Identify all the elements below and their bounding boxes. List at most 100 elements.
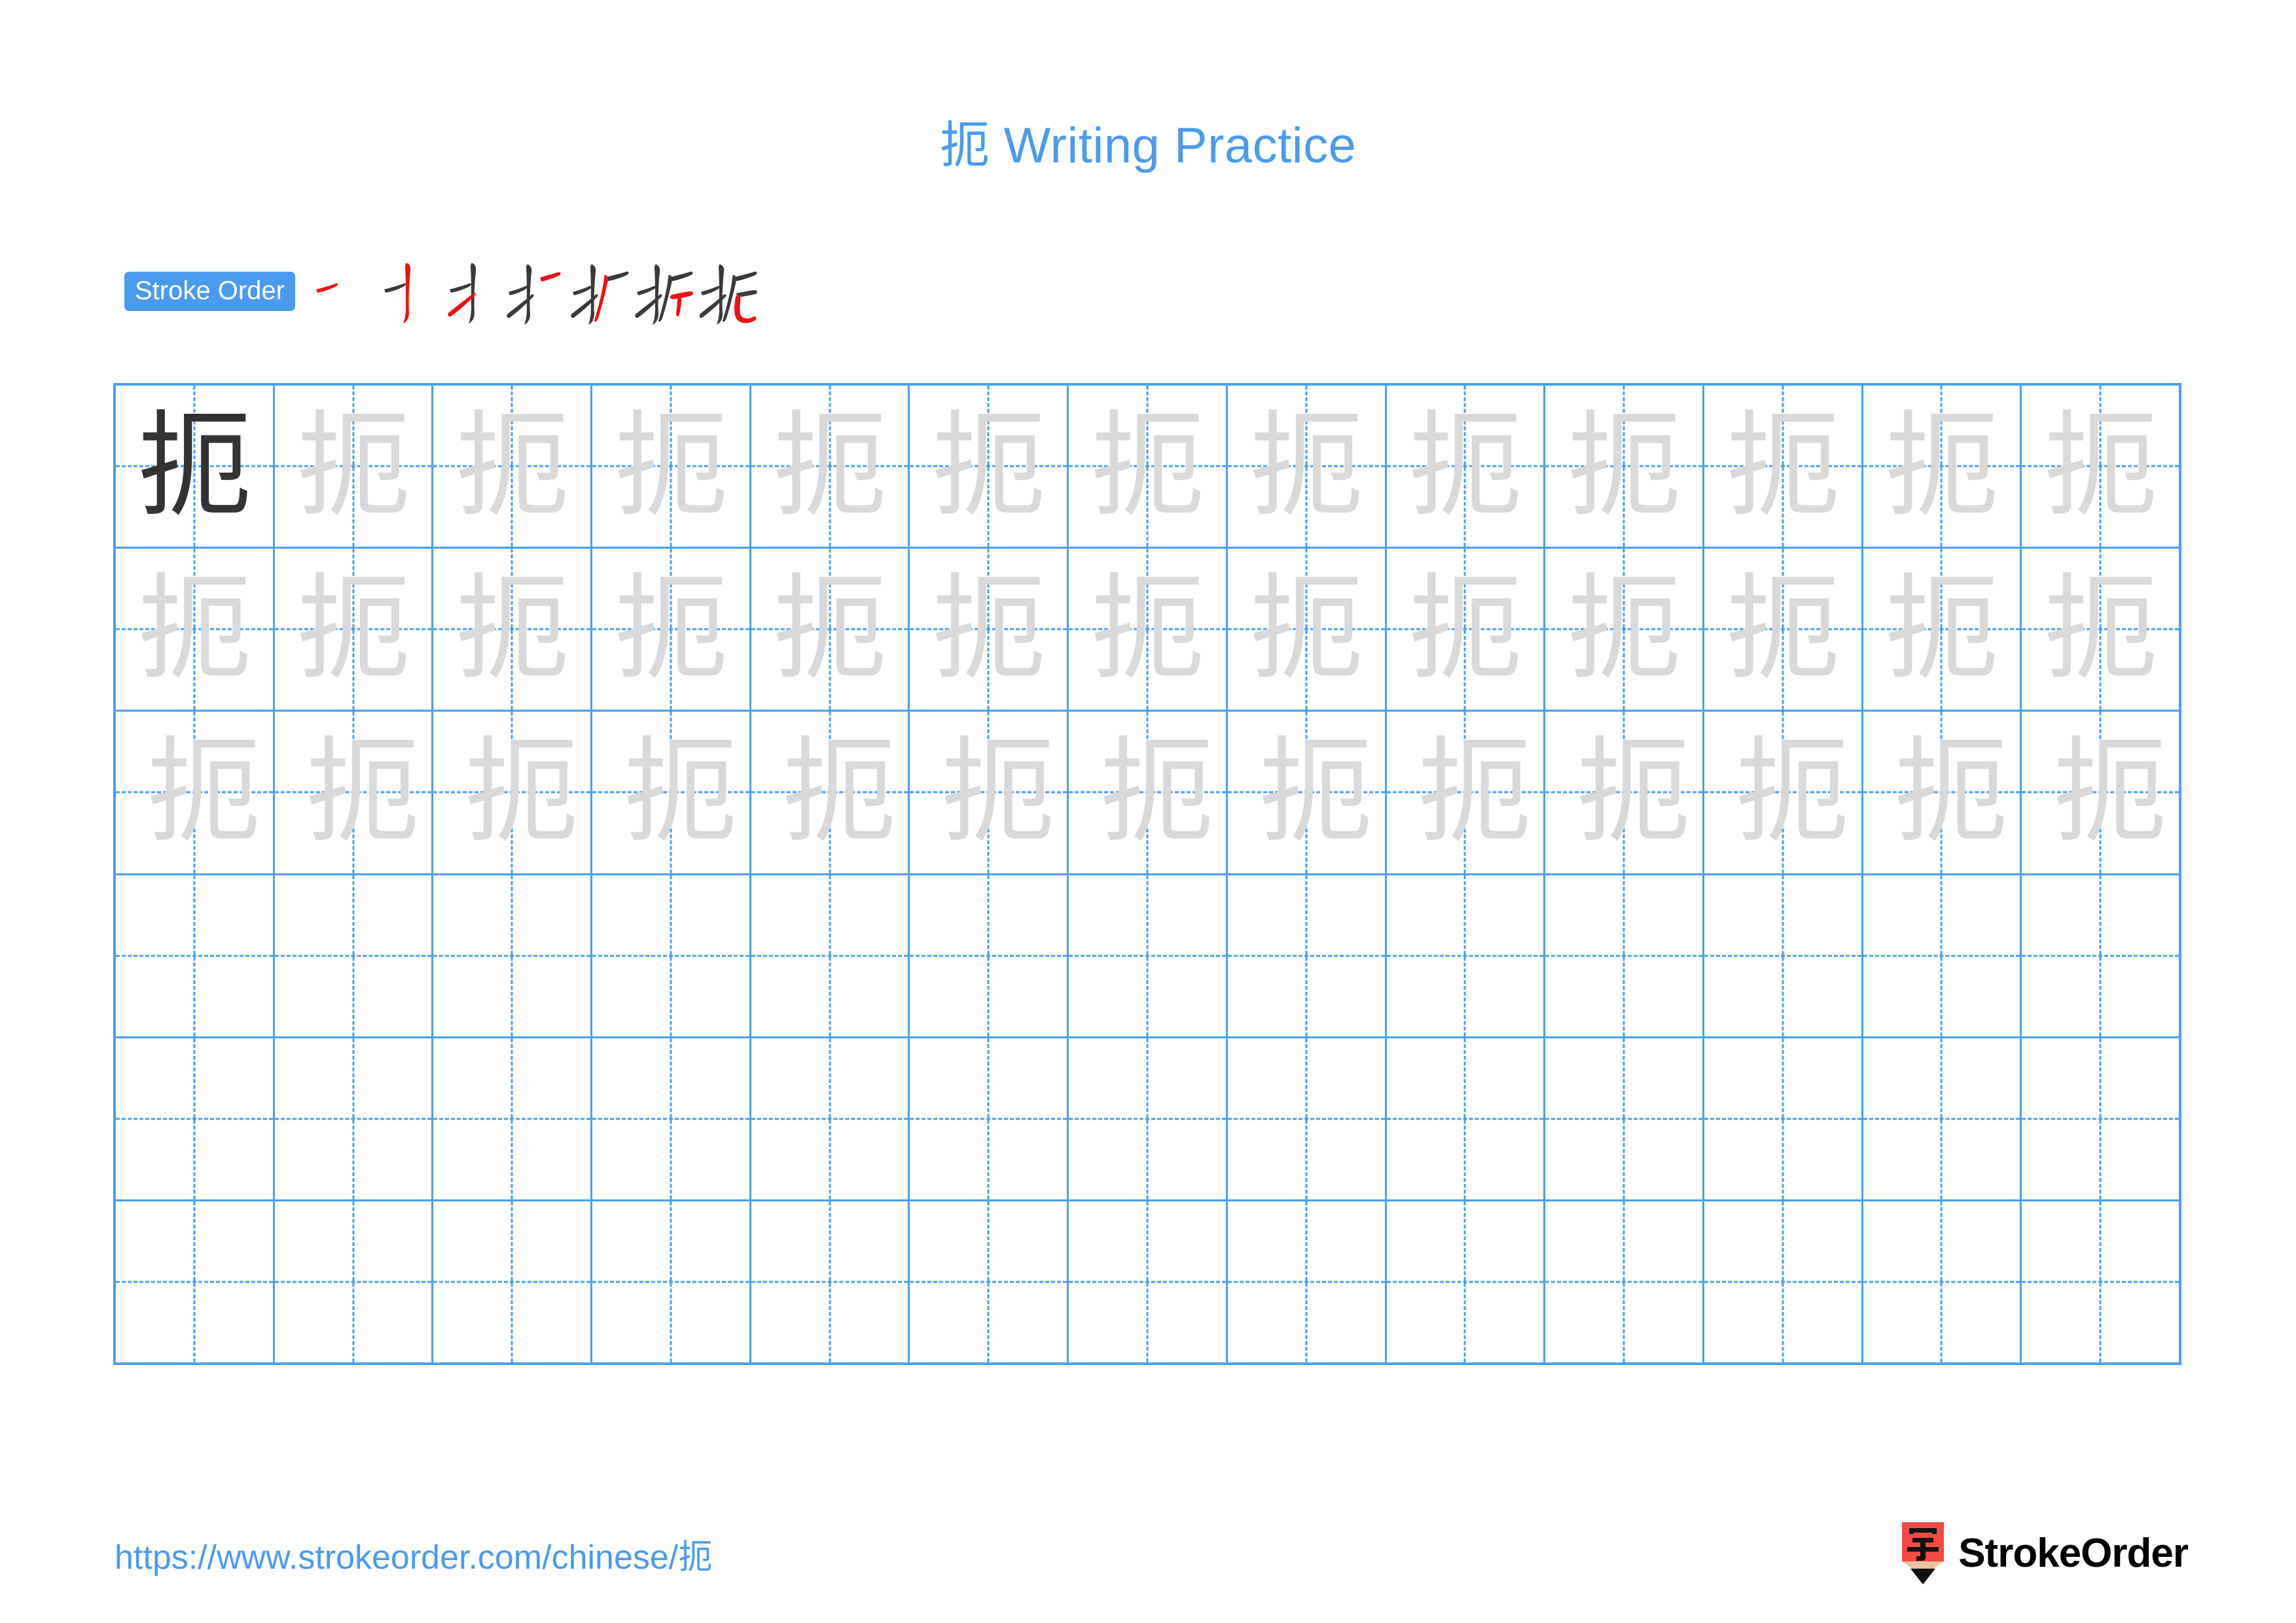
grid-cell-blank[interactable] bbox=[275, 1038, 434, 1199]
grid-cell-trace[interactable]: 扼 bbox=[275, 712, 434, 873]
grid-cell-trace[interactable]: 扼 bbox=[2022, 712, 2179, 873]
grid-cell-blank[interactable] bbox=[1387, 1201, 1546, 1363]
source-url[interactable]: https://www.strokeorder.com/chinese/扼 bbox=[115, 1529, 712, 1578]
trace-character: 扼 bbox=[454, 399, 569, 533]
grid-cell-blank[interactable] bbox=[116, 1038, 275, 1199]
grid-cell-blank[interactable] bbox=[2022, 875, 2179, 1036]
grid-cell-blank[interactable] bbox=[116, 875, 275, 1036]
grid-cell-trace[interactable]: 扼 bbox=[1704, 712, 1863, 873]
grid-cell-blank[interactable] bbox=[1704, 875, 1863, 1036]
grid-cell-trace[interactable]: 扼 bbox=[116, 549, 275, 710]
grid-cell-trace[interactable]: 扼 bbox=[1069, 712, 1228, 873]
grid-row-3: 扼 扼 扼 扼 扼 扼 扼 扼 扼 扼 扼 扼 扼 bbox=[116, 712, 2179, 875]
grid-cell-trace[interactable]: 扼 bbox=[1228, 712, 1387, 873]
grid-cell-blank[interactable] bbox=[1545, 875, 1704, 1036]
trace-character: 扼 bbox=[613, 562, 728, 696]
grid-cell-trace[interactable]: 扼 bbox=[910, 386, 1069, 547]
grid-cell-trace[interactable]: 扼 bbox=[1704, 386, 1863, 547]
grid-cell-trace[interactable]: 扼 bbox=[592, 386, 751, 547]
grid-cell-trace[interactable]: 扼 bbox=[1387, 712, 1546, 873]
grid-cell-blank[interactable] bbox=[592, 875, 751, 1036]
grid-cell-blank[interactable] bbox=[751, 1038, 910, 1199]
grid-cell-trace[interactable]: 扼 bbox=[592, 712, 751, 873]
grid-cell-blank[interactable] bbox=[1545, 1201, 1704, 1363]
grid-row-2: 扼 扼 扼 扼 扼 扼 扼 扼 扼 扼 扼 扼 扼 bbox=[116, 549, 2179, 712]
grid-cell-trace[interactable]: 扼 bbox=[433, 386, 593, 547]
grid-cell-blank[interactable] bbox=[910, 875, 1069, 1036]
grid-cell-blank[interactable] bbox=[1387, 875, 1546, 1036]
grid-cell-blank[interactable] bbox=[592, 1201, 751, 1363]
grid-cell-trace[interactable]: 扼 bbox=[910, 712, 1069, 873]
grid-cell-trace[interactable]: 扼 bbox=[1704, 549, 1863, 710]
page-title: 扼 Writing Practice bbox=[939, 118, 1357, 173]
grid-cell-blank[interactable] bbox=[1863, 1201, 2022, 1363]
grid-cell-trace[interactable]: 扼 bbox=[275, 386, 434, 547]
stroke-order-section: Stroke Order bbox=[124, 252, 765, 331]
grid-cell-blank[interactable] bbox=[275, 875, 434, 1036]
grid-cell-blank[interactable] bbox=[2022, 1038, 2179, 1199]
grid-cell-blank[interactable] bbox=[751, 875, 910, 1036]
grid-cell-trace[interactable]: 扼 bbox=[1863, 386, 2022, 547]
grid-cell-trace[interactable]: 扼 bbox=[1863, 549, 2022, 710]
grid-cell-trace[interactable]: 扼 bbox=[751, 712, 910, 873]
trace-character: 扼 bbox=[1725, 399, 1840, 533]
grid-cell-blank[interactable] bbox=[1704, 1038, 1863, 1199]
grid-cell-blank[interactable] bbox=[1704, 1201, 1863, 1363]
grid-cell-blank[interactable] bbox=[1863, 1038, 2022, 1199]
grid-cell-blank[interactable] bbox=[1069, 1038, 1228, 1199]
grid-row-1: 扼 扼 扼 扼 扼 扼 扼 扼 扼 扼 扼 扼 扼 bbox=[116, 386, 2179, 549]
grid-cell-blank[interactable] bbox=[910, 1201, 1069, 1363]
grid-cell-blank[interactable] bbox=[1228, 875, 1387, 1036]
grid-cell-trace[interactable]: 扼 bbox=[116, 712, 275, 873]
grid-cell-trace[interactable]: 扼 bbox=[1387, 386, 1546, 547]
grid-cell-blank[interactable] bbox=[910, 1038, 1069, 1199]
stroke-step-2 bbox=[372, 255, 438, 327]
grid-cell-blank[interactable] bbox=[275, 1201, 434, 1363]
grid-cell-blank[interactable] bbox=[1545, 1038, 1704, 1199]
grid-cell-trace[interactable]: 扼 bbox=[751, 549, 910, 710]
grid-cell-blank[interactable] bbox=[433, 875, 593, 1036]
grid-cell-trace[interactable]: 扼 bbox=[1863, 712, 2022, 873]
grid-cell-trace[interactable]: 扼 bbox=[592, 549, 751, 710]
grid-cell-blank[interactable] bbox=[433, 1038, 593, 1199]
grid-cell-trace[interactable]: 扼 bbox=[1069, 386, 1228, 547]
trace-character: 扼 bbox=[2043, 562, 2158, 696]
grid-cell-trace[interactable]: 扼 bbox=[1545, 549, 1704, 710]
trace-character: 扼 bbox=[1734, 725, 1850, 859]
grid-cell-blank[interactable] bbox=[116, 1201, 275, 1363]
brand-logo-group[interactable]: StrokeOrder bbox=[1898, 1518, 2189, 1590]
trace-character: 扼 bbox=[1407, 562, 1522, 696]
grid-cell-trace[interactable]: 扼 bbox=[1387, 549, 1546, 710]
grid-cell-blank[interactable] bbox=[592, 1038, 751, 1199]
grid-cell-blank[interactable] bbox=[1069, 875, 1228, 1036]
grid-cell-trace[interactable]: 扼 bbox=[2022, 549, 2179, 710]
grid-cell-trace[interactable]: 扼 bbox=[1069, 549, 1228, 710]
grid-cell-trace[interactable]: 扼 bbox=[2022, 386, 2179, 547]
model-character: 扼 bbox=[137, 399, 252, 533]
stroke-step-7-glyph bbox=[699, 264, 757, 325]
grid-cell-trace[interactable]: 扼 bbox=[275, 549, 434, 710]
grid-cell-blank[interactable] bbox=[751, 1201, 910, 1363]
grid-cell-model[interactable]: 扼 bbox=[116, 386, 275, 547]
grid-cell-trace[interactable]: 扼 bbox=[433, 549, 593, 710]
stroke-step-2-glyph bbox=[384, 263, 411, 323]
grid-cell-blank[interactable] bbox=[1863, 875, 2022, 1036]
grid-cell-trace[interactable]: 扼 bbox=[1545, 712, 1704, 873]
trace-character: 扼 bbox=[622, 725, 738, 859]
grid-cell-blank[interactable] bbox=[1228, 1201, 1387, 1363]
trace-character: 扼 bbox=[1566, 399, 1681, 533]
grid-cell-blank[interactable] bbox=[433, 1201, 593, 1363]
grid-cell-trace[interactable]: 扼 bbox=[1228, 386, 1387, 547]
stroke-step-5 bbox=[569, 255, 634, 327]
grid-cell-trace[interactable]: 扼 bbox=[751, 386, 910, 547]
grid-cell-blank[interactable] bbox=[1228, 1038, 1387, 1199]
trace-character: 扼 bbox=[1249, 399, 1364, 533]
grid-cell-trace[interactable]: 扼 bbox=[910, 549, 1069, 710]
trace-character: 扼 bbox=[1884, 562, 1999, 696]
grid-cell-trace[interactable]: 扼 bbox=[1228, 549, 1387, 710]
grid-cell-trace[interactable]: 扼 bbox=[1545, 386, 1704, 547]
grid-cell-trace[interactable]: 扼 bbox=[433, 712, 593, 873]
grid-cell-blank[interactable] bbox=[1387, 1038, 1546, 1199]
grid-cell-blank[interactable] bbox=[2022, 1201, 2179, 1362]
grid-cell-blank[interactable] bbox=[1069, 1201, 1228, 1363]
